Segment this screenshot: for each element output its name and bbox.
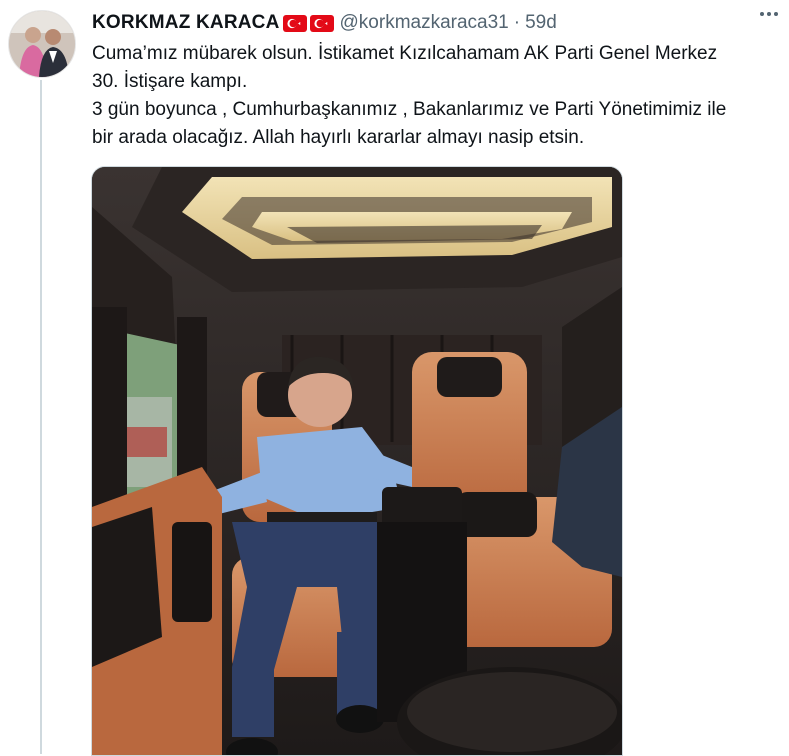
tweet-text-line: bir arada olacağız. Allah hayırlı kararl… xyxy=(92,127,585,148)
tweet-photo[interactable] xyxy=(91,166,623,756)
tweet-header: KORKMAZ KARACA @korkmazkaraca31 · 59d xyxy=(92,11,779,35)
avatar[interactable] xyxy=(8,10,76,78)
thread-line xyxy=(40,80,42,754)
tweet-text-line: 30. İstişare kampı. xyxy=(92,71,248,92)
tweet-text: Cuma’mız mübarek olsun. İstikamet Kızılc… xyxy=(92,40,782,152)
separator-dot: · xyxy=(513,12,521,33)
author-handle[interactable]: @korkmazkaraca31 xyxy=(340,12,509,34)
avatar-photo xyxy=(9,11,75,77)
turkey-flag-icon xyxy=(282,14,307,32)
tweet-text-line: Cuma’mız mübarek olsun. İstikamet Kızılc… xyxy=(92,43,718,64)
more-horizontal-icon[interactable] xyxy=(757,4,781,24)
turkey-flag-icon xyxy=(309,14,334,32)
tweet-text-line: 3 gün boyunca , Cumhurbaşkanımız , Bakan… xyxy=(92,99,727,120)
tweet-timestamp[interactable]: 59d xyxy=(525,12,557,34)
tweet[interactable]: KORKMAZ KARACA @korkmazkaraca31 · 59d Cu… xyxy=(0,0,789,756)
author-name[interactable]: KORKMAZ KARACA xyxy=(92,12,280,34)
vehicle-interior-photo xyxy=(92,167,622,755)
